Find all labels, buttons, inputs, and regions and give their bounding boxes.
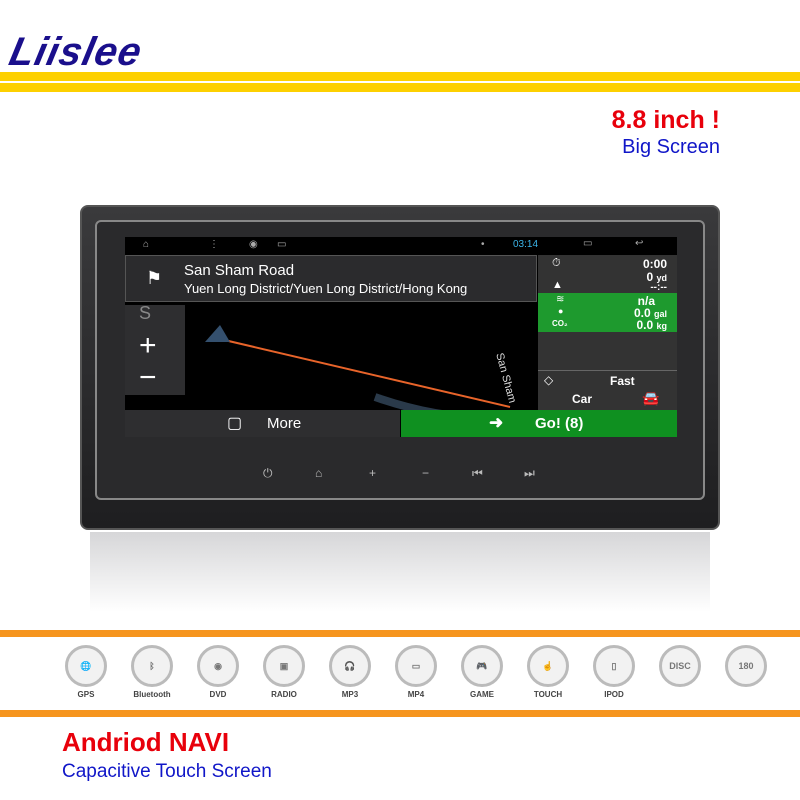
divider [0,630,800,637]
eco-panel: ≋ n/a ● 0.0 gal CO₂ 0.0 kg [538,293,677,332]
map-controls: S + − [125,303,185,395]
feature-label: IPOD [604,690,624,699]
feature-game: 🎮 GAME [456,645,508,699]
zoom-out-button[interactable]: − [139,363,157,393]
brand-logo: Liislee [5,30,147,74]
product-subtitle: Capacitive Touch Screen [62,761,272,782]
device-reflection [90,532,710,612]
feature-icon: ᛒ [131,645,173,687]
product-title: Andriod NAVI [62,727,230,757]
co2-label: CO₂ [552,319,568,328]
divider [538,370,677,371]
feature-label: RADIO [271,690,297,699]
feature-icon: ☝ [527,645,569,687]
feature-label: GPS [77,690,95,699]
feature-icon: ▭ [395,645,437,687]
feature-label: TOUCH [533,690,563,699]
feature-icon: 🎧 [329,645,371,687]
feature-icon: 🎮 [461,645,503,687]
trip-time: 0:00 [642,257,667,271]
feature-label: Bluetooth [133,690,171,699]
more-button[interactable]: ▢ More [125,410,400,437]
route-icon[interactable]: S [139,303,151,324]
home-button[interactable]: ⌂ [315,466,322,480]
feature-ipod: ▯ IPOD [588,645,640,699]
feature-disc: DISC [654,645,706,690]
feature-icon: 🌐 [65,645,107,687]
feature-radio: ▣ RADIO [258,645,310,699]
zoom-in-button[interactable]: + [139,331,157,361]
navigation-screen: ⌂ ⋮ ◉ ▭ • 03:14 ▭ ↩ ⚑ San Sham Road Yuen… [125,237,677,437]
feature-icon: DISC [659,645,701,687]
arrow-right-icon: ➜ [489,413,504,432]
divider [0,83,800,92]
trip-eta: --:-- [650,282,667,293]
go-button[interactable]: ➜ Go! (8) [401,410,677,437]
car-icon: 🚘 [642,390,660,406]
route-mode: Fast [610,374,635,388]
more-icon: ▢ [227,415,243,432]
screen-size-headline: 8.8 inch ! [611,106,720,134]
feature-icon: ▣ [263,645,305,687]
route-line [219,338,511,408]
feature-gps: 🌐 GPS [60,645,112,699]
feature-icon: 180 [725,645,767,687]
trip-info-panel[interactable]: ⏱ 0:00 0 yd ▲ --:-- ≋ n/a ● 0.0 gal CO₂ … [538,255,677,410]
warning-icon: ▲ [552,279,563,291]
co2-value: 0.0 [636,318,654,332]
go-label: Go! (8) [535,415,584,432]
co2-unit: kg [656,321,667,331]
volume-down-button[interactable]: − [422,466,429,480]
more-label: More [267,415,302,432]
screen-size-subtitle: Big Screen [622,136,720,158]
feature-bluetooth: ᛒ Bluetooth [126,645,178,699]
timer-icon: ⏱ [552,257,561,269]
previous-button[interactable]: ⏮ [472,466,483,481]
feature-mp3: 🎧 MP3 [324,645,376,699]
feature-label: GAME [470,690,494,699]
feature-mp4: ▭ MP4 [390,645,442,699]
spring-icon: ≋ [556,294,565,305]
feature-dvd: ◉ DVD [192,645,244,699]
divider [0,710,800,717]
next-button[interactable]: ⏭ [524,466,535,481]
vehicle-type: Car [572,392,593,406]
feature-icon: ▯ [593,645,635,687]
position-marker [205,325,230,342]
feature-label: MP4 [407,690,425,699]
feature-label: MP3 [341,690,359,699]
feature-label: DVD [209,690,227,699]
volume-up-button[interactable]: + [369,466,376,480]
feature-180: 180 [720,645,772,690]
feature-touch: ☝ TOUCH [522,645,574,699]
fuel-drop-icon: ● [558,306,564,316]
route-type-icon: ◇ [544,373,554,387]
divider [0,72,800,81]
feature-icon: ◉ [197,645,239,687]
power-button[interactable]: ⏻ [263,466,273,481]
